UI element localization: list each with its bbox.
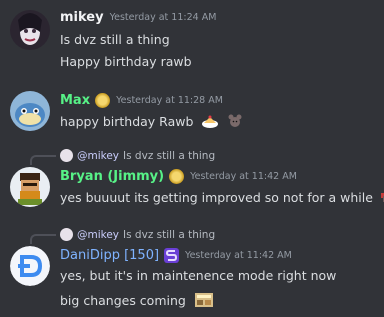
pixel-mouse-emoji-icon[interactable] xyxy=(379,190,384,207)
username[interactable]: mikey xyxy=(60,10,104,25)
reply-mention[interactable]: @mikey xyxy=(77,150,119,162)
mouse-emoji-icon[interactable] xyxy=(227,113,243,132)
username[interactable]: DaniDipp [150] xyxy=(60,248,159,263)
reply-mention[interactable]: @mikey xyxy=(77,229,119,241)
avatar[interactable] xyxy=(10,246,50,286)
message-text-content: happy birthday Rawb xyxy=(60,114,194,129)
avatar[interactable] xyxy=(10,10,50,50)
cake-emoji-icon[interactable] xyxy=(201,113,219,132)
reply-text: Is dvz still a thing xyxy=(123,149,216,162)
avatar[interactable] xyxy=(10,91,50,131)
username[interactable]: Max xyxy=(60,93,90,108)
timestamp: Yesterday at 11:42 AM xyxy=(190,171,297,182)
message-text-content: big changes coming xyxy=(60,293,186,308)
reply-spine xyxy=(30,155,56,165)
message-text: big changes coming xyxy=(60,291,214,312)
username[interactable]: Bryan (Jimmy) xyxy=(60,169,164,184)
reply-preview[interactable]: @mikey Is dvz still a thing xyxy=(60,228,215,241)
timestamp: Yesterday at 11:42 AM xyxy=(185,250,292,261)
timestamp: Yesterday at 11:28 AM xyxy=(116,95,223,106)
message-text-content: yes buuuut its getting improved so not f… xyxy=(60,190,373,205)
coin-badge-icon xyxy=(95,93,111,108)
reply-preview[interactable]: @mikey Is dvz still a thing xyxy=(60,149,215,162)
message-text: Happy birthday rawb xyxy=(60,54,192,69)
construction-emoji-icon[interactable] xyxy=(194,291,214,312)
reply-text: Is dvz still a thing xyxy=(123,228,216,241)
message-text: yes buuuut its getting improved so not f… xyxy=(60,190,384,207)
reply-spine xyxy=(30,234,56,244)
message-text: happy birthday Rawb xyxy=(60,113,243,132)
message-text: yes, but it's in maintenence mode right … xyxy=(60,268,337,283)
coin-badge-icon xyxy=(169,169,185,184)
reply-avatar xyxy=(60,228,73,241)
timestamp: Yesterday at 11:24 AM xyxy=(109,12,217,23)
avatar[interactable] xyxy=(10,167,50,207)
reply-avatar xyxy=(60,149,73,162)
s-badge-icon xyxy=(164,248,180,263)
message-text: Is dvz still a thing xyxy=(60,32,170,47)
